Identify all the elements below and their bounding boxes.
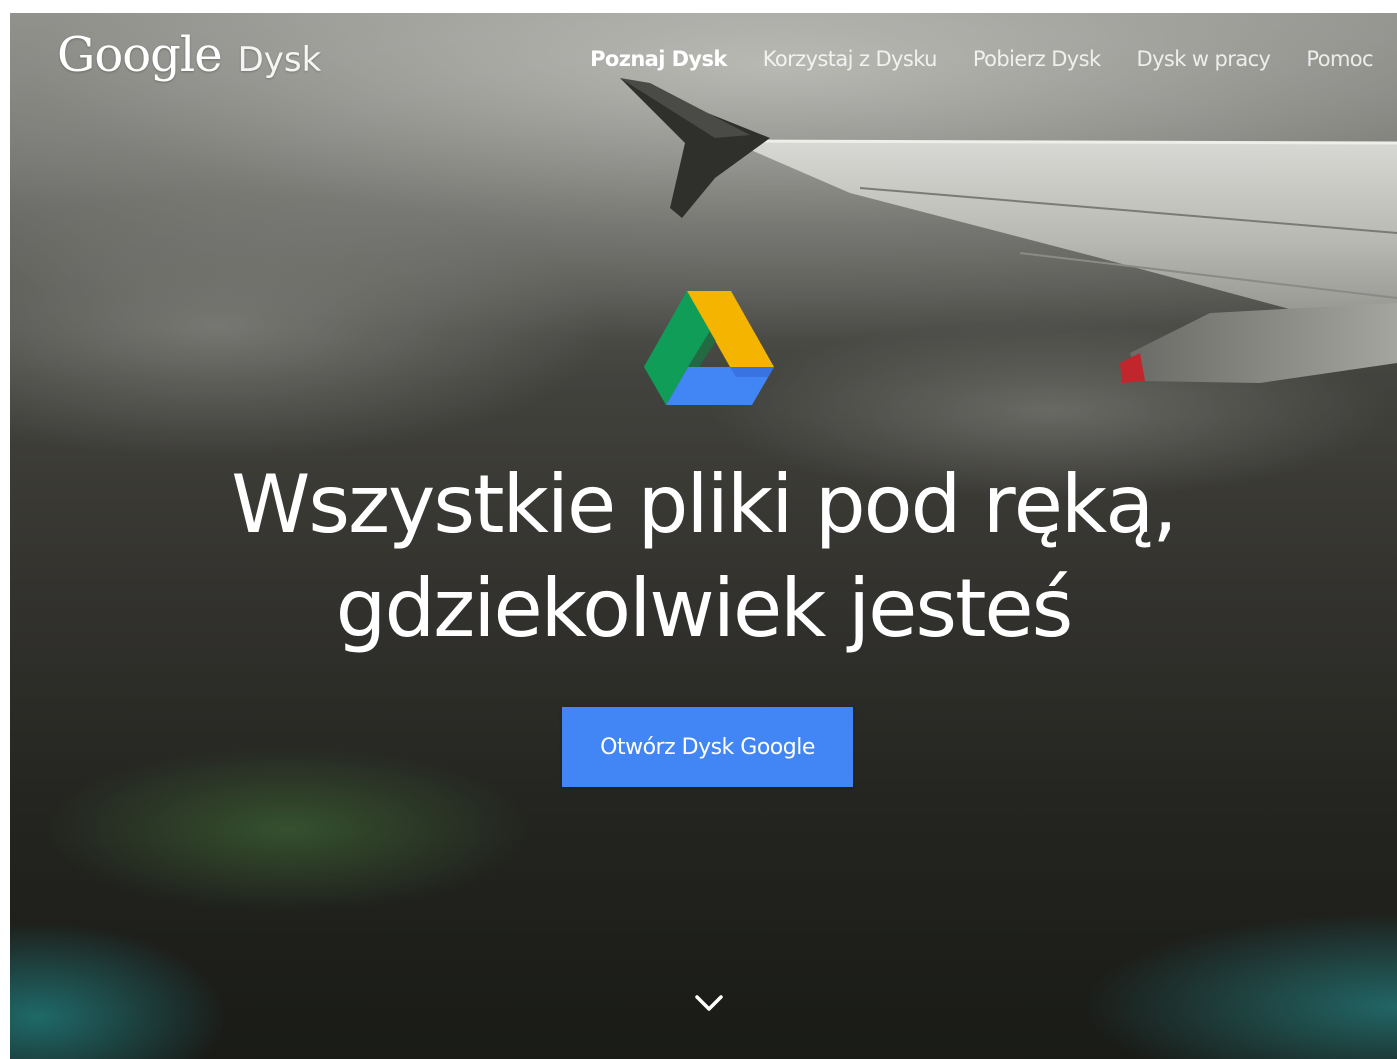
nav-item-korzystaj-z-dysku[interactable]: Korzystaj z Dysku	[763, 47, 938, 71]
main-nav: Poznaj Dysk Korzystaj z Dysku Pobierz Dy…	[590, 47, 1374, 71]
nav-item-pomoc[interactable]: Pomoc	[1306, 47, 1373, 71]
nav-item-poznaj-dysk[interactable]: Poznaj Dysk	[590, 47, 727, 71]
nav-item-dysk-w-pracy[interactable]: Dysk w pracy	[1137, 47, 1271, 71]
product-name: Dysk	[237, 40, 322, 80]
hero-headline: Wszystkie pliki pod ręką, gdziekolwiek j…	[10, 453, 1397, 661]
nav-item-pobierz-dysk[interactable]: Pobierz Dysk	[973, 47, 1101, 71]
page-frame: Google Dysk Poznaj Dysk Korzystaj z Dysk…	[10, 13, 1397, 1059]
google-drive-logo-icon	[644, 291, 774, 405]
chevron-down-icon[interactable]	[693, 991, 725, 1015]
headline-line-1: Wszystkie pliki pod ręką,	[231, 458, 1177, 551]
brand-logo[interactable]: Google Dysk	[57, 27, 321, 83]
google-wordmark: Google	[57, 27, 223, 83]
open-drive-button[interactable]: Otwórz Dysk Google	[562, 707, 853, 787]
headline-line-2: gdziekolwiek jesteś	[335, 562, 1074, 655]
